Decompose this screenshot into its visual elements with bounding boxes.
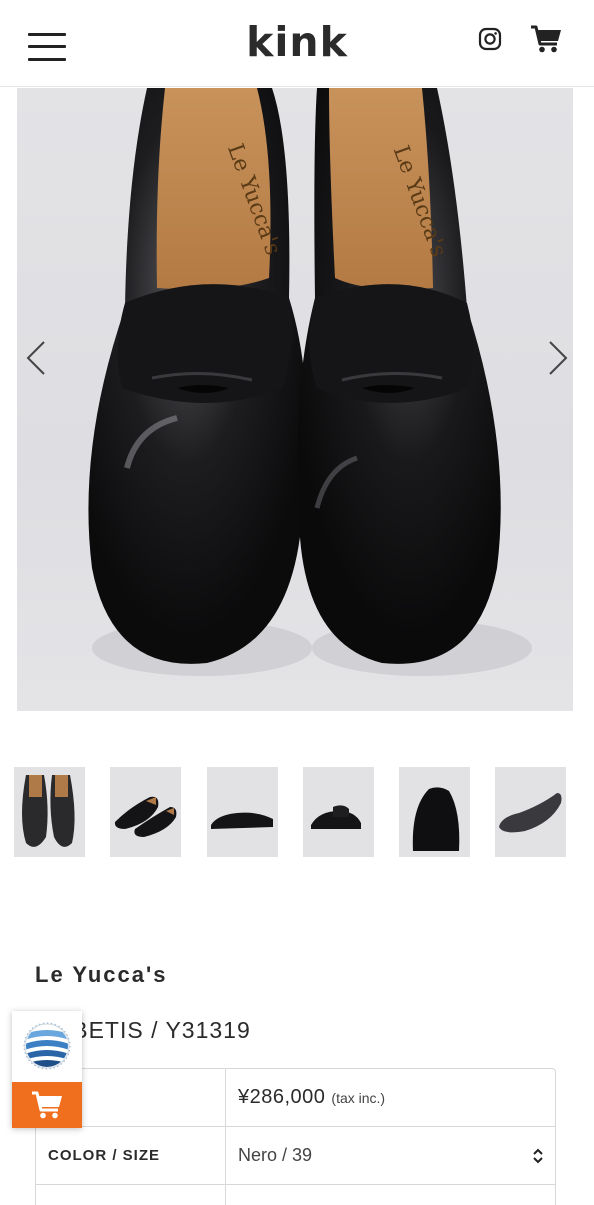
- thumbnail-loafers-top[interactable]: [14, 767, 85, 857]
- product-brand[interactable]: Le Yucca's: [35, 962, 167, 988]
- color-size-select[interactable]: Nero / 39: [238, 1127, 312, 1184]
- instagram-icon[interactable]: [478, 27, 502, 51]
- chevron-right-icon[interactable]: [542, 340, 572, 376]
- price-value-cell: ¥286,000 (tax inc.): [238, 1069, 385, 1126]
- globe-icon[interactable]: [22, 1021, 72, 1071]
- color-size-label: COLOR / SIZE: [48, 1147, 161, 1164]
- loafers-illustration: Le Yucca's Le Yucca's: [88, 88, 532, 676]
- thumbnail-loafers-angled[interactable]: [110, 767, 181, 857]
- thumbnail-loafer-heel[interactable]: [399, 767, 470, 857]
- floating-widget: [12, 1011, 82, 1128]
- site-logo[interactable]: kink: [0, 18, 594, 66]
- column-divider: [225, 1069, 226, 1126]
- thumbnail-strip: [14, 767, 580, 857]
- column-divider: [225, 1127, 226, 1184]
- main-product-image[interactable]: Le Yucca's Le Yucca's: [17, 88, 573, 711]
- color-size-row: COLOR / SIZE Nero / 39: [36, 1127, 555, 1185]
- product-info-table: CE ¥286,000(tax inc.) COLOR / SIZE Nero …: [35, 1068, 556, 1205]
- chevron-left-icon[interactable]: [22, 340, 52, 376]
- price-value: ¥286,000: [238, 1086, 326, 1108]
- next-row: [36, 1185, 555, 1205]
- tax-note: (tax inc.): [331, 1090, 386, 1106]
- cart-icon[interactable]: [530, 24, 562, 54]
- price-row: CE ¥286,000(tax inc.): [36, 1069, 555, 1127]
- thumbnail-loafer-single[interactable]: [495, 767, 566, 857]
- thumbnail-loafers-rear[interactable]: [303, 767, 374, 857]
- site-header: kink: [0, 0, 594, 87]
- floating-cart-button[interactable]: [12, 1082, 82, 1128]
- cart-icon: [32, 1091, 62, 1119]
- select-updown-icon[interactable]: [531, 1147, 545, 1165]
- column-divider: [225, 1185, 226, 1205]
- thumbnail-loafer-side[interactable]: [207, 767, 278, 857]
